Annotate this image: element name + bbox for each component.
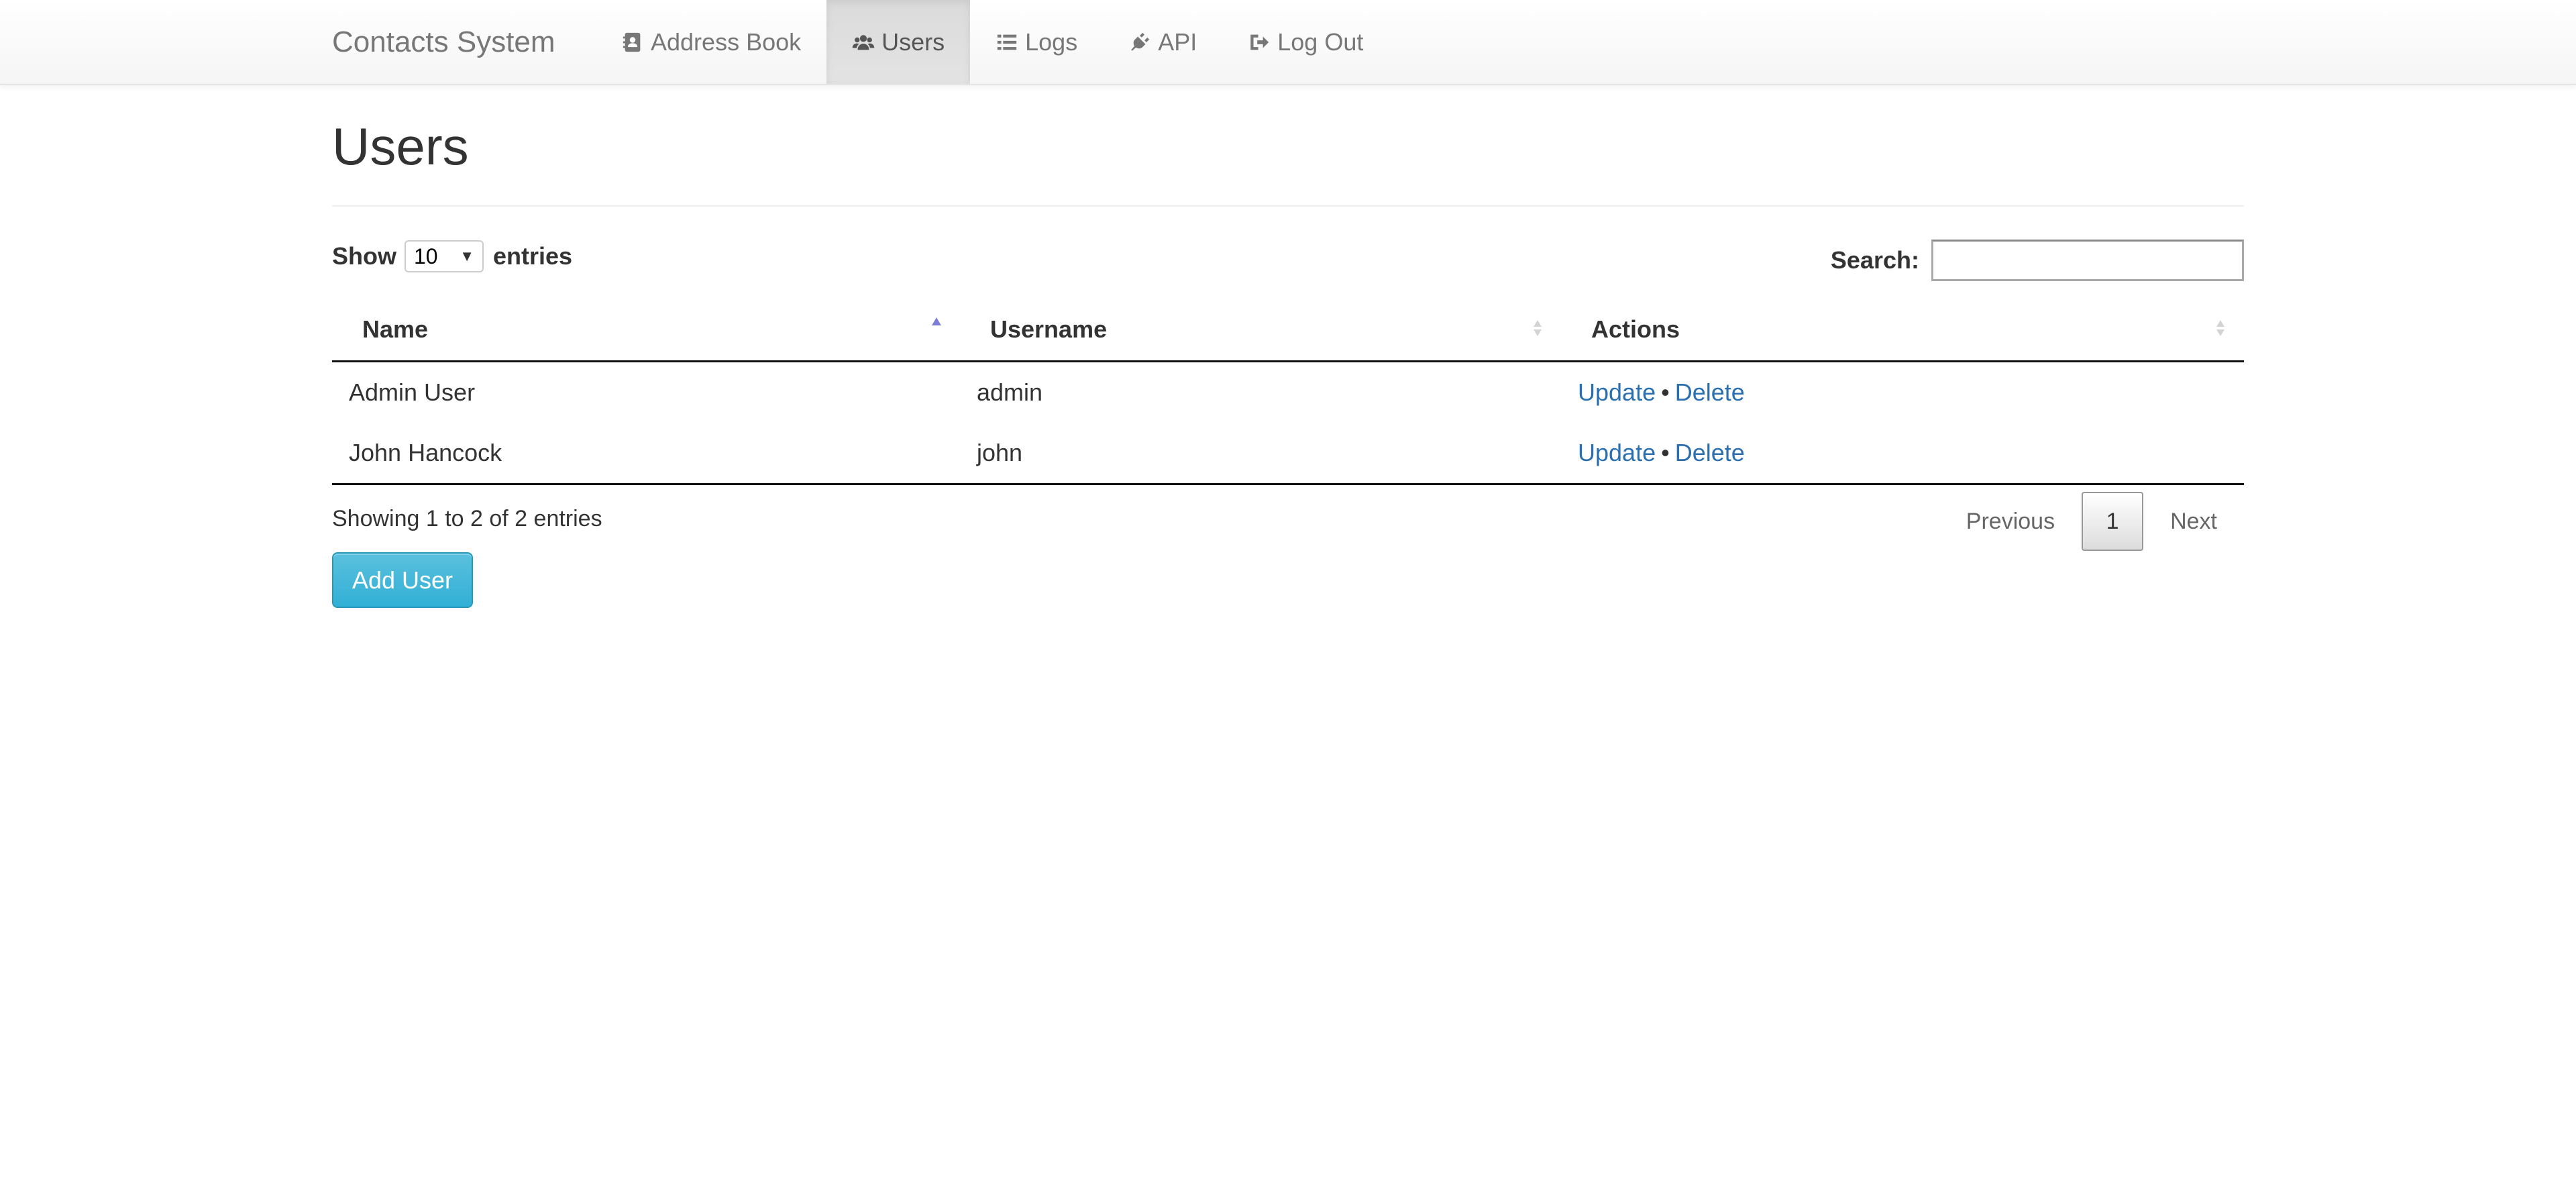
next-page-button[interactable]: Next <box>2143 492 2244 551</box>
column-header-label: Name <box>362 315 429 343</box>
header-divider <box>332 205 2244 207</box>
navbar: Contacts System Address Book Users Logs … <box>0 0 2576 85</box>
pagination: Previous 1 Next <box>1939 491 2244 552</box>
users-table: Name Username Actions Admin User admin U… <box>332 299 2244 485</box>
show-label: Show <box>332 242 396 270</box>
sort-ascending-icon <box>926 311 947 344</box>
cell-name: John Hancock <box>332 423 960 485</box>
nav-item-logs[interactable]: Logs <box>970 0 1103 84</box>
nav-item-log-out[interactable]: Log Out <box>1222 0 1389 84</box>
search-label: Search: <box>1830 246 1919 274</box>
entries-select-value: 10 <box>414 244 438 268</box>
entries-select[interactable]: 10 ▼ <box>405 240 484 272</box>
sign-out-icon <box>1248 31 1271 54</box>
action-separator: • <box>1661 439 1670 466</box>
column-header-name[interactable]: Name <box>332 299 960 362</box>
column-header-label: Actions <box>1591 315 1680 343</box>
page-title: Users <box>332 117 469 176</box>
delete-link[interactable]: Delete <box>1675 439 1745 466</box>
update-link[interactable]: Update <box>1578 378 1656 406</box>
update-link[interactable]: Update <box>1578 439 1656 466</box>
column-header-actions[interactable]: Actions <box>1561 299 2244 362</box>
add-user-button[interactable]: Add User <box>332 552 473 608</box>
table-info: Showing 1 to 2 of 2 entries <box>332 506 602 531</box>
cell-actions: Update • Delete <box>1561 362 2244 423</box>
plug-icon <box>1128 31 1151 54</box>
nav-item-label: Users <box>881 28 945 56</box>
cell-name: Admin User <box>349 378 476 406</box>
brand-link[interactable]: Contacts System <box>332 0 555 84</box>
nav-item-api[interactable]: API <box>1103 0 1222 84</box>
previous-page-button[interactable]: Previous <box>1939 492 2082 551</box>
address-book-icon <box>621 31 644 54</box>
table-header-row: Name Username Actions <box>332 299 2244 362</box>
nav-item-label: API <box>1158 28 1197 56</box>
delete-link[interactable]: Delete <box>1675 378 1745 406</box>
entries-label: entries <box>493 242 573 270</box>
nav-item-label: Address Book <box>651 28 802 56</box>
chevron-down-icon: ▼ <box>460 248 474 264</box>
users-icon <box>852 31 875 54</box>
cell-username: admin <box>977 378 1043 406</box>
cell-username: john <box>960 423 1561 485</box>
sort-both-icon <box>2210 311 2231 344</box>
nav-item-label: Log Out <box>1277 28 1364 56</box>
search-input[interactable] <box>1931 240 2244 281</box>
column-header-label: Username <box>990 315 1108 343</box>
nav-menu: Address Book Users Logs API Log Out <box>596 0 1389 84</box>
list-icon <box>996 31 1018 54</box>
nav-item-users[interactable]: Users <box>826 0 971 84</box>
sort-both-icon <box>1527 311 1548 344</box>
table-row: John Hancock john Update • Delete <box>332 423 2244 485</box>
column-header-username[interactable]: Username <box>960 299 1561 362</box>
action-separator: • <box>1661 378 1670 406</box>
table-row: Admin User admin Update • Delete <box>332 362 2244 423</box>
search-control: Search: <box>1831 240 2244 281</box>
nav-item-address-book[interactable]: Address Book <box>596 0 826 84</box>
nav-item-label: Logs <box>1025 28 1078 56</box>
entries-length-control: Show 10 ▼ entries <box>332 240 572 272</box>
page-button-current[interactable]: 1 <box>2082 492 2144 551</box>
cell-actions: Update • Delete <box>1561 423 2244 485</box>
